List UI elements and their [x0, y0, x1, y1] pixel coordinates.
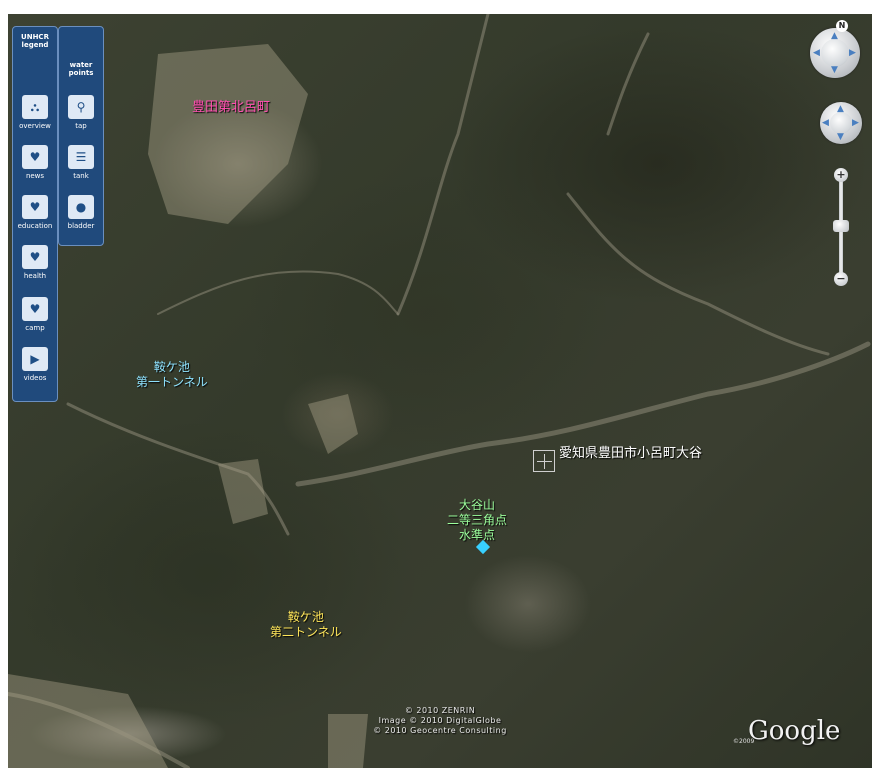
peak-line3: 水準点: [459, 528, 496, 542]
legend-column-water: water points ⚲ tap ☰ tank ● bladder: [58, 26, 104, 246]
north-road: [606, 32, 650, 136]
unhcr-logo-icon: ⛬: [22, 95, 48, 119]
legend-item-label: health: [23, 272, 47, 280]
place-marker-icon[interactable]: [533, 450, 555, 472]
trail-road: [566, 192, 830, 356]
valley-road: [157, 270, 399, 315]
credit-line: © 2010 ZENRIN: [404, 706, 476, 715]
legend-item-tap[interactable]: ⚲ tap: [59, 95, 103, 130]
legend-item-label: bladder: [67, 222, 95, 230]
unhcr-hands-icon: ♥: [22, 245, 48, 269]
legend-column-unhcr: UNHCR legend ⛬ overview ♥ news ♥ educati…: [12, 26, 58, 402]
arrow-up-icon[interactable]: ▲: [831, 32, 838, 41]
cleared-area: [308, 394, 358, 454]
arrow-up-icon[interactable]: ▲: [837, 105, 844, 114]
legend-item-label: overview: [19, 122, 51, 130]
unhcr-hands-icon: ♥: [22, 195, 48, 219]
main-road: [295, 341, 871, 487]
zoom-handle[interactable]: [833, 220, 849, 232]
town-label[interactable]: 豊田第北呂町: [192, 100, 270, 115]
arrow-left-icon[interactable]: ◀: [822, 119, 829, 128]
credit-line: © 2010 Geocentre Consulting: [373, 726, 507, 735]
legend-item-education[interactable]: ♥ education: [13, 195, 57, 230]
peak-label[interactable]: 大谷山 二等三角点 水準点: [447, 498, 507, 543]
bladder-icon: ●: [68, 195, 94, 219]
legend-item-health[interactable]: ♥ health: [13, 245, 57, 280]
zoom-out-button[interactable]: −: [834, 272, 848, 286]
legend-title: UNHCR legend: [21, 33, 49, 49]
cleared-area: [218, 459, 268, 524]
look-joystick[interactable]: [821, 39, 849, 67]
legend-item-news[interactable]: ♥ news: [13, 145, 57, 180]
arrow-right-icon[interactable]: ▶: [849, 49, 856, 58]
look-navigation-control[interactable]: ▲ ▼ ◀ ▶: [810, 28, 860, 78]
legend-item-bladder[interactable]: ● bladder: [59, 195, 103, 230]
cleared-area: [148, 44, 308, 224]
peak-line1: 大谷山: [459, 498, 496, 512]
terrain-overlay: [8, 14, 871, 768]
place-label[interactable]: 愛知県豊田市小呂町大谷: [559, 446, 702, 461]
legend-item-overview[interactable]: ⛬ overview: [13, 95, 57, 130]
arrow-left-icon[interactable]: ◀: [813, 49, 820, 58]
legend-item-label: camp: [25, 324, 45, 332]
water-points-title: water points: [68, 61, 94, 77]
legend-item-label: videos: [23, 374, 47, 382]
unhcr-hands-icon: ♥: [22, 297, 48, 321]
imagery-credits: © 2010 ZENRIN Image © 2010 DigitalGlobe …: [340, 706, 540, 736]
legend-item-label: tank: [73, 172, 89, 180]
peak-line2: 二等三角点: [447, 513, 508, 527]
tunnel-two-label[interactable]: 鞍ケ池 第二トンネル: [270, 610, 342, 640]
zoom-in-button[interactable]: +: [834, 168, 848, 182]
credit-line: Image © 2010 DigitalGlobe: [378, 716, 502, 725]
legend-item-label: news: [25, 172, 45, 180]
tunnel-two-line2: 第二トンネル: [270, 625, 342, 639]
move-navigation-control[interactable]: ▲ ▼ ◀ ▶: [820, 102, 862, 144]
arrow-right-icon[interactable]: ▶: [852, 119, 859, 128]
compass-north-indicator[interactable]: N: [836, 20, 848, 32]
legend-item-videos[interactable]: ▶ videos: [13, 347, 57, 382]
tap-icon: ⚲: [68, 95, 94, 119]
tunnel-two-line1: 鞍ケ池: [287, 610, 324, 624]
unhcr-hands-icon: ♥: [22, 145, 48, 169]
hand-pan-icon[interactable]: [830, 112, 852, 134]
satellite-map[interactable]: [8, 14, 872, 768]
legend-item-tank[interactable]: ☰ tank: [59, 145, 103, 180]
video-icon: ▶: [22, 347, 48, 371]
legend-item-camp[interactable]: ♥ camp: [13, 297, 57, 332]
zoom-slider[interactable]: + −: [833, 168, 849, 290]
tank-icon: ☰: [68, 145, 94, 169]
cleared-area: [8, 674, 168, 768]
tunnel-one-line2: 第一トンネル: [136, 375, 208, 389]
tunnel-one-label[interactable]: 鞍ケ池 第一トンネル: [136, 360, 208, 390]
arrow-down-icon[interactable]: ▼: [831, 66, 838, 75]
ridge-road: [396, 14, 490, 316]
legend-item-label: tap: [75, 122, 87, 130]
google-logo: Google: [748, 716, 841, 746]
legend-item-label: education: [17, 222, 53, 230]
arrow-down-icon[interactable]: ▼: [837, 133, 844, 142]
tunnel-one-line1: 鞍ケ池: [153, 360, 190, 374]
